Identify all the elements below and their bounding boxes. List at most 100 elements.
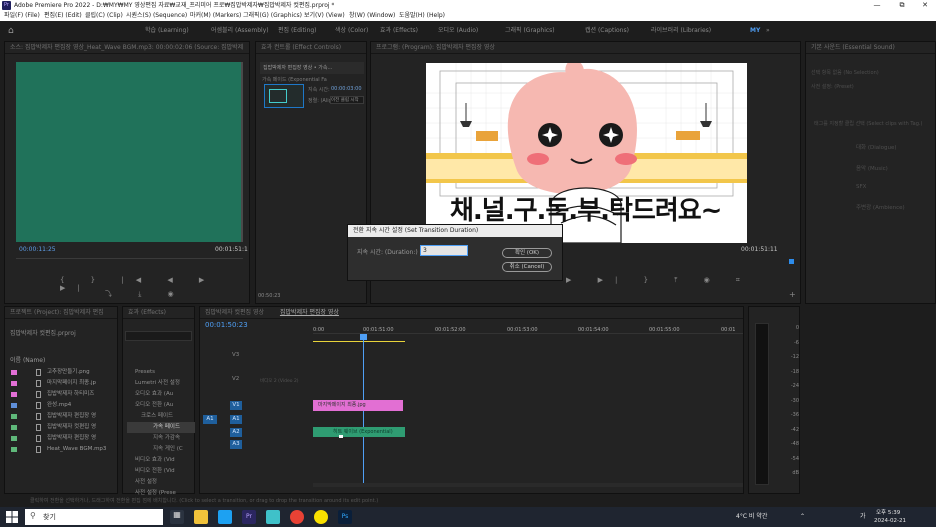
essential-sound-tab[interactable]: 기본 사운드 (Essential Sound) xyxy=(806,42,935,54)
restore-icon[interactable]: ⧉ xyxy=(891,0,913,11)
effects-tree-item[interactable]: 비디오 전환 (Vid xyxy=(127,466,195,477)
menu-sequence[interactable]: 시퀀스(S) (Sequence) xyxy=(126,11,187,21)
minimize-icon[interactable]: — xyxy=(866,0,888,11)
project-item[interactable]: Heat_Wave BGM.mp3 xyxy=(9,444,117,455)
project-tab[interactable]: 프로젝트 (Project): 집밥박제자 편집 xyxy=(5,307,117,319)
workspace-audio[interactable]: 오디오 (Audio) xyxy=(438,21,478,41)
program-transport-controls[interactable]: ▶ ▶| } ⤒ ◉ ⌗ xyxy=(566,276,752,285)
track-v3-label[interactable]: V3 xyxy=(232,352,239,358)
dialog-duration-input[interactable]: 3 xyxy=(420,245,468,256)
source-scrub-bar[interactable] xyxy=(16,258,243,259)
program-monitor-tab[interactable]: 프로그램: (Program): 집밥박제자 편집장 영상 xyxy=(371,42,800,54)
workspace-my[interactable]: MY xyxy=(750,21,760,41)
track-a2-label[interactable]: A2 xyxy=(230,428,242,437)
source-monitor-tab[interactable]: 소스: 집밥박제자 편집장 영상_Heat_Wave BGM.mp3: 00:0… xyxy=(5,42,249,54)
task-view-icon[interactable]: ▦ xyxy=(170,510,184,524)
track-a3-label[interactable]: A3 xyxy=(230,440,242,449)
meter-scale-label: -30 xyxy=(790,397,799,404)
windows-start-icon[interactable] xyxy=(6,511,18,523)
workspace-libraries[interactable]: 라이브러리 (Libraries) xyxy=(651,21,711,41)
transition-preview[interactable] xyxy=(264,84,304,108)
essential-sound-ambience[interactable]: 주변광 (Ambience) xyxy=(856,203,905,211)
workspace-color[interactable]: 색상 (Color) xyxy=(335,21,368,41)
dialog-cancel-button[interactable]: 취소 (Cancel) xyxy=(502,262,552,272)
essential-sound-dialogue[interactable]: 대화 (Dialogue) xyxy=(856,143,897,151)
weather-widget[interactable]: 4°C 비 약간 xyxy=(736,507,767,527)
effects-tree-item[interactable]: 가속 페이드 xyxy=(127,422,195,433)
effects-search-input[interactable] xyxy=(125,331,192,341)
track-v1-label[interactable]: V1 xyxy=(230,401,242,410)
effects-tab[interactable]: 효과 (Effects) xyxy=(123,307,194,319)
menu-view[interactable]: 보기(V) (View) xyxy=(304,11,345,21)
effects-tree-item[interactable]: Lumetri 사전 설정 xyxy=(127,378,195,389)
taskbar-search-input[interactable]: 찾기 xyxy=(25,509,163,525)
photoshop-taskbar-icon[interactable]: Ps xyxy=(338,510,352,524)
menu-clip[interactable]: 클립(C) (Clip) xyxy=(85,11,123,21)
workspace-more-icon[interactable]: » xyxy=(766,21,770,41)
timeline-horizontal-scrollbar[interactable] xyxy=(313,483,743,487)
essential-sound-music[interactable]: 음악 (Music) xyxy=(856,164,888,172)
effects-tree-item[interactable]: 사전 설정 xyxy=(127,477,195,488)
menu-help[interactable]: 도움말(H) (Help) xyxy=(399,11,445,21)
premiere-taskbar-icon[interactable]: Pr xyxy=(242,510,256,524)
project-item[interactable]: 완성.mp4 xyxy=(9,400,117,411)
kakaotalk-icon[interactable] xyxy=(314,510,328,524)
playhead-handle[interactable] xyxy=(360,334,367,340)
menu-graphics[interactable]: 그래픽(G) (Graphics) xyxy=(243,11,302,21)
track-v2-label[interactable]: V2 xyxy=(232,376,239,382)
effect-controls-tab[interactable]: 효과 컨트롤 (Effect Controls) xyxy=(256,42,366,54)
menu-window[interactable]: 창(W) (Window) xyxy=(349,11,395,21)
app-v-icon[interactable] xyxy=(266,510,280,524)
essential-sound-sfx[interactable]: SFX xyxy=(856,184,866,190)
effects-tree-item[interactable]: Presets xyxy=(127,367,195,378)
source-patch-a1[interactable]: A1 xyxy=(203,415,217,424)
menu-edit[interactable]: 편집(E) (Edit) xyxy=(44,11,82,21)
align-select[interactable]: 이전 클립 시작 xyxy=(330,96,364,104)
effects-tree-item[interactable]: 오디오 효과 (Au xyxy=(127,389,195,400)
track-a1-label[interactable]: A1 xyxy=(230,415,242,424)
timeline-timecode[interactable]: 00:01:50:23 xyxy=(205,321,248,329)
source-timecode[interactable]: 00:00:11:25 xyxy=(19,246,56,253)
program-zoom-handle[interactable] xyxy=(789,259,794,264)
chrome-icon[interactable] xyxy=(290,510,304,524)
close-icon[interactable]: ✕ xyxy=(914,0,936,11)
workspace-editing[interactable]: 편집 (Editing) xyxy=(278,21,317,41)
timeline-ruler[interactable]: 0:00 00:01:51:00 00:01:52:00 00:01:53:00… xyxy=(313,320,743,334)
clock-time[interactable]: 오후 5:39 xyxy=(876,509,900,517)
ruler-label: 00:01:55:00 xyxy=(649,327,680,333)
source-insert-buttons[interactable]: ⤵ ⤓ ◉ xyxy=(105,289,186,299)
duration-value[interactable]: 00:00:03:00 xyxy=(331,86,362,92)
effects-tree-item[interactable]: 크로스 페이드 xyxy=(127,411,195,422)
tray-chevron-icon[interactable]: ⌃ xyxy=(800,507,805,527)
home-icon[interactable]: ⌂ xyxy=(8,26,14,36)
workspace-captions[interactable]: 캡션 (Captions) xyxy=(585,21,629,41)
workspace-graphics[interactable]: 그래픽 (Graphics) xyxy=(505,21,555,41)
clock-date[interactable]: 2024-02-21 xyxy=(874,517,906,525)
workspace-assembly[interactable]: 어셈블리 (Assembly) xyxy=(211,21,269,41)
file-explorer-icon[interactable] xyxy=(194,510,208,524)
program-settings-icon[interactable]: + xyxy=(789,290,796,299)
timeline-tab-1[interactable]: 집밥박제자 컷편집 영상 xyxy=(205,309,264,316)
effects-tree-item[interactable]: 비디오 효과 (Vid xyxy=(127,455,195,466)
menu-markers[interactable]: 마커(M) (Markers) xyxy=(190,11,241,21)
workspace-effects[interactable]: 효과 (Effects) xyxy=(380,21,418,41)
twitter-icon[interactable] xyxy=(218,510,232,524)
workspace-learning[interactable]: 학습 (Learning) xyxy=(145,21,189,41)
effects-tree-item[interactable]: 오디오 전환 (Au xyxy=(127,400,195,411)
project-item[interactable]: 마지막페이지 최종.jp xyxy=(9,378,117,389)
clip-a2[interactable]: 히트 웨이브 (Exponential) xyxy=(313,427,405,437)
effects-tree-item[interactable]: 지속 가감속 xyxy=(127,433,195,444)
timeline-tab-2[interactable]: 집밥박제자 편집장 영상 xyxy=(280,309,339,316)
menu-file[interactable]: 파일(F) (File) xyxy=(4,11,40,21)
project-item[interactable]: 집밥박제자 하티미즈 xyxy=(9,389,117,400)
dialog-ok-button[interactable]: 확인 (OK) xyxy=(502,248,552,258)
work-area-bar[interactable] xyxy=(313,341,405,342)
effects-tree-item[interactable]: 지속 게인 (C xyxy=(127,444,195,455)
project-item[interactable]: 집밥박제자 컷편집 영 xyxy=(9,422,117,433)
ime-indicator[interactable]: 가 xyxy=(860,507,866,527)
project-name-column[interactable]: 이름 (Name) xyxy=(10,355,45,364)
project-item[interactable]: 고추장만들기.png xyxy=(9,367,117,378)
project-item[interactable]: 집밥박제자 편집장 영 xyxy=(9,411,117,422)
clip-v1[interactable]: 마지막페이지 최종.jpg xyxy=(313,400,403,411)
project-item[interactable]: 집밥박제자 편집장 영 xyxy=(9,433,117,444)
